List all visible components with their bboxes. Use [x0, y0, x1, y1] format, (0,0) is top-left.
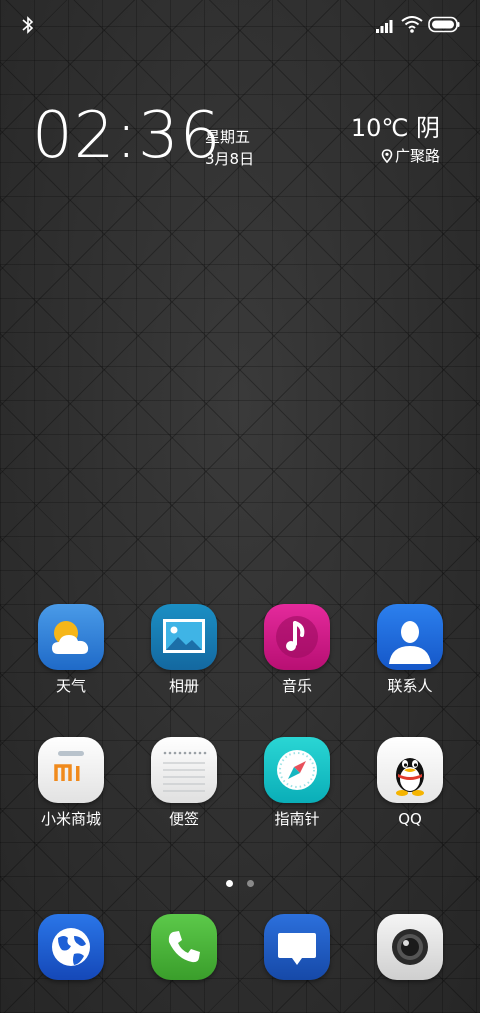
wifi-icon: [401, 16, 423, 33]
status-bar: [0, 0, 480, 50]
app-label-weather: 天气: [55, 677, 86, 695]
location-pin-icon: [381, 149, 393, 163]
weather-location: 广聚路: [351, 144, 440, 168]
dock-phone[interactable]: [134, 914, 234, 980]
app-label-notes: 便签: [168, 810, 199, 828]
date-label: 3月8日: [205, 150, 255, 168]
dock-browser[interactable]: [21, 914, 121, 980]
app-notes[interactable]: 便签: [134, 737, 234, 829]
app-gallery[interactable]: 相册: [134, 604, 234, 696]
weather-icon: [38, 604, 104, 670]
weather-summary: 10℃ 阴: [350, 114, 440, 142]
bluetooth-icon: [22, 16, 34, 34]
app-weather[interactable]: 天气: [21, 604, 121, 696]
signal-icon: [376, 20, 393, 33]
app-contacts[interactable]: 联系人: [360, 604, 460, 696]
mi-store-icon: [38, 737, 104, 803]
app-label-qq: QQ: [398, 810, 422, 828]
page-indicator: [0, 872, 480, 891]
phone-icon: [151, 914, 217, 980]
weather-widget[interactable]: 10℃ 阴 广聚路: [351, 112, 440, 168]
dock-camera[interactable]: [360, 914, 460, 980]
app-label-gallery: 相册: [168, 677, 199, 695]
clock-time[interactable]: 02:36: [32, 104, 221, 168]
weather-location-label: 广聚路: [394, 147, 440, 165]
qq-icon: [377, 737, 443, 803]
notes-icon: [151, 737, 217, 803]
dock-messages[interactable]: [247, 914, 347, 980]
app-label-contacts: 联系人: [387, 677, 433, 695]
compass-icon: [264, 737, 330, 803]
app-label-music: 音乐: [281, 677, 312, 695]
contacts-icon: [377, 604, 443, 670]
messages-icon: [264, 914, 330, 980]
date-widget[interactable]: 星期五 3月8日: [205, 126, 254, 170]
app-music[interactable]: 音乐: [247, 604, 347, 696]
app-label-compass: 指南针: [274, 810, 320, 828]
app-label-mi-store: 小米商城: [40, 810, 101, 828]
app-compass[interactable]: 指南针: [247, 737, 347, 829]
browser-icon: [38, 914, 104, 980]
app-mi-store[interactable]: 小米商城: [21, 737, 121, 829]
app-qq[interactable]: QQ: [360, 737, 460, 829]
weekday-label: 星期五: [205, 128, 251, 146]
gallery-icon: [151, 604, 217, 670]
battery-icon: [428, 16, 460, 33]
music-icon: [264, 604, 330, 670]
camera-icon: [377, 914, 443, 980]
page-dot[interactable]: [246, 880, 254, 887]
page-dot-active[interactable]: [226, 880, 234, 887]
